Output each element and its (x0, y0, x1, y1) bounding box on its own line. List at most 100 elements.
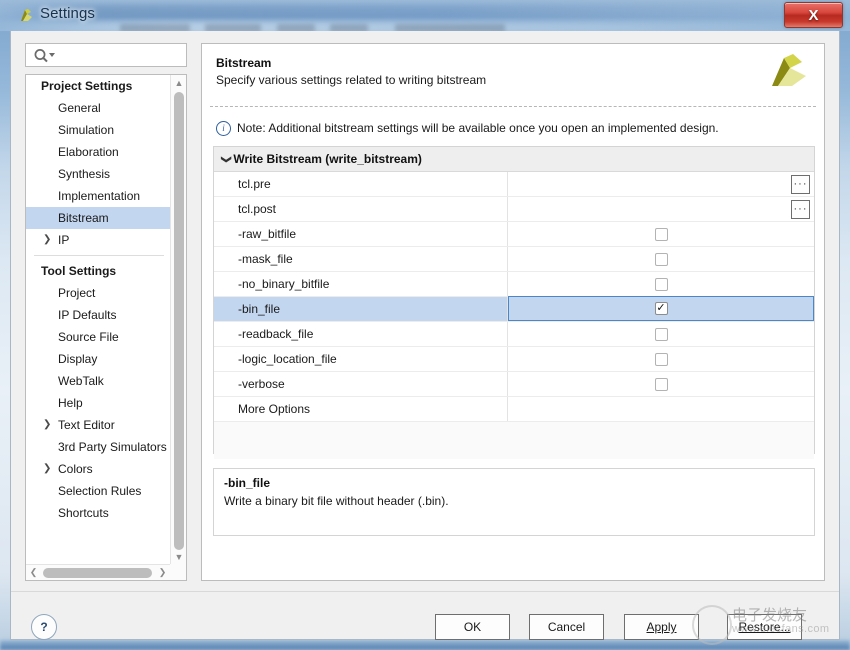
table-row[interactable]: tcl.pre ··· (214, 172, 814, 197)
option-name: -verbose (214, 372, 508, 396)
table-row[interactable]: -raw_bitfile (214, 222, 814, 247)
footer-divider (11, 591, 839, 592)
table-row[interactable]: tcl.post ··· (214, 197, 814, 222)
option-value-cell[interactable] (508, 222, 814, 246)
table-row[interactable]: -mask_file (214, 247, 814, 272)
cancel-button-label: Cancel (548, 620, 585, 634)
sidebar-item-help[interactable]: Help (26, 392, 170, 414)
page-title: Bitstream (216, 56, 271, 70)
info-icon: i (216, 121, 231, 136)
scroll-up-icon[interactable]: ▲ (171, 75, 187, 90)
sidebar-item-selection-rules[interactable]: Selection Rules (26, 480, 170, 502)
sidebar-item-display[interactable]: Display (26, 348, 170, 370)
sidebar-item-label: Display (58, 352, 97, 366)
option-value-cell[interactable] (508, 322, 814, 346)
sidebar-item-text-editor[interactable]: ❯ Text Editor (26, 414, 170, 436)
settings-dialog: Settings X Project Settings General Si (0, 0, 850, 650)
settings-tree[interactable]: Project Settings General Simulation Elab… (25, 74, 187, 581)
table-row[interactable]: More Options (214, 397, 814, 422)
mask-file-checkbox[interactable] (655, 253, 668, 266)
option-value-cell[interactable] (508, 347, 814, 371)
option-name: -raw_bitfile (214, 222, 508, 246)
sidebar-item-webtalk[interactable]: WebTalk (26, 370, 170, 392)
ok-button[interactable]: OK (435, 614, 510, 640)
close-button[interactable]: X (784, 2, 843, 28)
chevron-down-icon[interactable]: ❯ (221, 155, 232, 163)
option-value-cell[interactable]: ··· (508, 172, 814, 196)
table-row[interactable]: -no_binary_bitfile (214, 272, 814, 297)
options-section-label: Write Bitstream (write_bitstream) (233, 152, 422, 166)
option-value-cell[interactable] (508, 247, 814, 271)
close-icon: X (785, 3, 842, 27)
option-value-cell[interactable] (508, 397, 814, 421)
raw-bitfile-checkbox[interactable] (655, 228, 668, 241)
title-bar: Settings X (0, 0, 850, 31)
window-title: Settings (40, 5, 95, 22)
option-name: tcl.pre (214, 172, 508, 196)
sidebar-item-label: WebTalk (58, 374, 104, 388)
dialog-body: Project Settings General Simulation Elab… (10, 31, 840, 640)
scroll-right-icon[interactable]: ❯ (155, 565, 170, 580)
table-row[interactable]: -readback_file (214, 322, 814, 347)
option-name: -readback_file (214, 322, 508, 346)
restore-button[interactable]: Restore... (727, 614, 802, 640)
sidebar-item-label: Simulation (58, 123, 114, 137)
table-empty-area (214, 422, 814, 459)
settings-navigation-panel: Project Settings General Simulation Elab… (25, 43, 187, 581)
sidebar-item-simulation[interactable]: Simulation (26, 119, 170, 141)
sidebar-item-label: Bitstream (58, 211, 109, 225)
settings-content-panel: Bitstream Specify various settings relat… (201, 43, 825, 581)
sidebar-item-synthesis[interactable]: Synthesis (26, 163, 170, 185)
table-row[interactable]: -verbose (214, 372, 814, 397)
option-value-cell[interactable]: ··· (508, 197, 814, 221)
bin-file-checkbox[interactable]: ✓ (655, 302, 668, 315)
search-icon[interactable] (33, 48, 57, 63)
chevron-right-icon[interactable]: ❯ (43, 417, 51, 433)
sidebar-item-label: General (58, 101, 101, 115)
bitstream-options-table: ❯ Write Bitstream (write_bitstream) tcl.… (213, 146, 815, 454)
vertical-scrollbar-thumb[interactable] (174, 92, 184, 550)
sidebar-item-general[interactable]: General (26, 97, 170, 119)
sidebar-item-ip-defaults[interactable]: IP Defaults (26, 304, 170, 326)
sidebar-item-label: IP (58, 233, 69, 247)
option-value-cell[interactable] (508, 272, 814, 296)
readback-file-checkbox[interactable] (655, 328, 668, 341)
cancel-button[interactable]: Cancel (529, 614, 604, 640)
table-row-selected[interactable]: -bin_file ✓ (214, 297, 814, 322)
browse-button[interactable]: ··· (791, 200, 810, 219)
vivado-logo-icon (18, 8, 34, 24)
option-value-cell[interactable] (508, 372, 814, 396)
sidebar-item-shortcuts[interactable]: Shortcuts (26, 502, 170, 524)
table-row[interactable]: -logic_location_file (214, 347, 814, 372)
sidebar-item-3rd-party-simulators[interactable]: 3rd Party Simulators (26, 436, 170, 458)
sidebar-item-bitstream[interactable]: Bitstream (26, 207, 170, 229)
chevron-right-icon[interactable]: ❯ (43, 461, 51, 477)
search-input[interactable] (25, 43, 187, 67)
browse-button[interactable]: ··· (791, 175, 810, 194)
option-name: -bin_file (214, 297, 508, 321)
sidebar-horizontal-scrollbar[interactable]: ❮ ❯ (26, 564, 170, 580)
logic-location-file-checkbox[interactable] (655, 353, 668, 366)
scroll-left-icon[interactable]: ❮ (26, 565, 41, 580)
option-value-cell[interactable]: ✓ (508, 296, 814, 321)
verbose-checkbox[interactable] (655, 378, 668, 391)
no-binary-bitfile-checkbox[interactable] (655, 278, 668, 291)
sidebar-item-label: Colors (58, 462, 93, 476)
options-section-header[interactable]: ❯ Write Bitstream (write_bitstream) (214, 147, 814, 172)
sidebar-item-label: Source File (58, 330, 119, 344)
sidebar-item-project[interactable]: Project (26, 282, 170, 304)
sidebar-item-implementation[interactable]: Implementation (26, 185, 170, 207)
scroll-down-icon[interactable]: ▼ (171, 549, 187, 564)
sidebar-item-elaboration[interactable]: Elaboration (26, 141, 170, 163)
sidebar-item-ip[interactable]: ❯ IP (26, 229, 170, 251)
help-button[interactable]: ? (31, 614, 57, 640)
sidebar-item-colors[interactable]: ❯ Colors (26, 458, 170, 480)
restore-button-label: Restore... (738, 620, 790, 634)
apply-button[interactable]: Apply (624, 614, 699, 640)
option-name: -no_binary_bitfile (214, 272, 508, 296)
chevron-right-icon[interactable]: ❯ (43, 232, 51, 248)
sidebar-item-source-file[interactable]: Source File (26, 326, 170, 348)
sidebar-vertical-scrollbar[interactable]: ▲ ▼ (170, 75, 186, 564)
horizontal-scrollbar-thumb[interactable] (43, 568, 152, 578)
tree-group-tool-settings: Tool Settings (26, 260, 170, 282)
